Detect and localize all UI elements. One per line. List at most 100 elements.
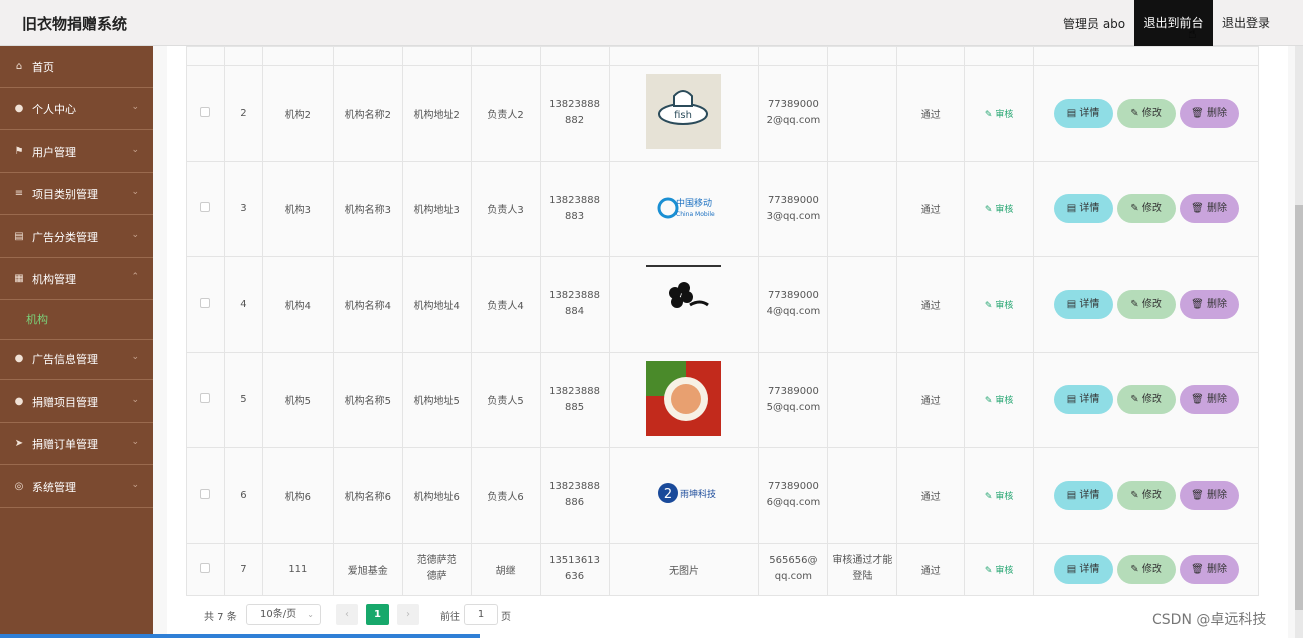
sidebar-item-5[interactable]: ▦ 机构管理 ⌃: [0, 258, 153, 300]
email-cell: 77389000 3@qq.com: [758, 160, 829, 257]
email-cell: 77389000 4@qq.com: [758, 256, 829, 353]
status-cell: 通过: [896, 351, 966, 448]
account-cell: 机构3: [261, 160, 334, 257]
detail-button[interactable]: ▤ 详情: [1053, 385, 1113, 415]
delete-button[interactable]: 🗑 删除: [1179, 289, 1239, 319]
trash-icon: 🗑: [1191, 298, 1207, 310]
goto-page-input[interactable]: 1: [464, 604, 498, 625]
sidebar-item-1[interactable]: ● 个人中心 ⌄: [0, 88, 153, 130]
actions-cell: ▤ 详情 ✎ 修改 🗑 删除: [1033, 160, 1259, 257]
hand-cursor-icon: ☝: [1188, 26, 1197, 42]
account-cell: 机构6: [261, 447, 334, 544]
note-cell: [827, 351, 898, 448]
account-cell: 111: [261, 542, 334, 596]
audit-link[interactable]: ✎ 审核: [985, 110, 1013, 120]
image-cell: 2 雨坤科技: [608, 447, 760, 544]
edit-pen-icon: ✎: [984, 565, 996, 576]
image-cell: [608, 351, 760, 448]
logout-button[interactable]: 退出登录: [1213, 0, 1279, 46]
image-cell: [608, 256, 760, 353]
china-mobile-logo: 中国移动 China Mobile: [646, 170, 721, 245]
audit-link[interactable]: ✎ 审核: [985, 492, 1013, 502]
bulb-icon: ●: [14, 353, 24, 364]
sidebar-item-4[interactable]: ▤ 广告分类管理 ⌄: [0, 216, 153, 258]
edit-button[interactable]: ✎ 修改: [1116, 194, 1176, 224]
audit-link[interactable]: ✎ 审核: [985, 566, 1013, 576]
settings-icon: ◎: [14, 481, 24, 492]
scrollbar-thumb[interactable]: [1295, 205, 1303, 610]
trash-icon: 🗑: [1191, 107, 1207, 119]
sidebar-item-6[interactable]: ● 广告信息管理 ⌄: [0, 338, 153, 380]
clover-logo: [646, 265, 722, 340]
audit-label: 审核: [995, 565, 1014, 576]
chevron-up-icon: ⌃: [131, 272, 139, 282]
edit-button[interactable]: ✎ 修改: [1116, 98, 1176, 128]
status-cell: 通过: [896, 447, 966, 544]
phone-cell: 13513613 636: [539, 542, 610, 596]
audit-link[interactable]: ✎ 审核: [985, 205, 1013, 215]
delete-button[interactable]: 🗑 删除: [1179, 194, 1239, 224]
sidebar-subitem-org[interactable]: 机构: [0, 300, 153, 340]
sidebar-item-8[interactable]: ➤ 捐赠订单管理 ⌄: [0, 423, 153, 465]
china-mobile-logo-text: 中国移动: [676, 197, 712, 209]
edit-button[interactable]: ✎ 修改: [1116, 480, 1176, 510]
detail-button[interactable]: ▤ 详情: [1053, 98, 1113, 128]
page-size-select[interactable]: 10条/页 ⌄: [246, 604, 321, 625]
sidebar-item-label: 捐赠项目管理: [32, 395, 98, 409]
edit-pen-icon: ✎: [1130, 394, 1142, 406]
row-checkbox[interactable]: [200, 106, 211, 117]
delete-button[interactable]: 🗑 删除: [1179, 554, 1239, 584]
trash-icon: 🗑: [1191, 489, 1207, 501]
row-checkbox[interactable]: [200, 562, 211, 573]
audit-label: 审核: [995, 396, 1014, 407]
trash-icon: 🗑: [1191, 394, 1207, 406]
email-cell: 77389000 2@qq.com: [758, 65, 829, 162]
edit-button[interactable]: ✎ 修改: [1116, 554, 1176, 584]
table-row: 5 机构5 机构名称5 机构地址5 负责人5 13823888 885 77389000 5@q…: [186, 351, 1259, 448]
audit-link[interactable]: ✎ 审核: [985, 301, 1013, 311]
delete-button[interactable]: 🗑 删除: [1179, 480, 1239, 510]
tech-logo-text: 雨坤科技: [680, 488, 716, 500]
audit-label: 审核: [995, 300, 1014, 311]
sidebar-item-label: 系统管理: [32, 480, 76, 494]
detail-button[interactable]: ▤ 详情: [1053, 554, 1113, 584]
next-page-button[interactable]: ›: [397, 604, 419, 625]
detail-button[interactable]: ▤ 详情: [1053, 480, 1113, 510]
edit-label: 修改: [1141, 563, 1162, 575]
address-cell: 机构地址6: [401, 447, 472, 544]
table-row-partial: [186, 46, 1259, 66]
sidebar-item-0[interactable]: ⌂ 首页: [0, 46, 153, 88]
edit-button[interactable]: ✎ 修改: [1116, 385, 1176, 415]
sidebar-item-label: 个人中心: [32, 102, 76, 116]
table-row: 7 111 爱旭基金 范德萨范 德萨 胡继 13513613 636 无图片 565656@ qq.…: [186, 542, 1259, 596]
delete-button[interactable]: 🗑 删除: [1179, 385, 1239, 415]
status-cell: 通过: [896, 542, 966, 596]
detail-button[interactable]: ▤ 详情: [1053, 289, 1113, 319]
sidebar-item-9[interactable]: ◎ 系统管理 ⌄: [0, 466, 153, 508]
detail-button[interactable]: ▤ 详情: [1053, 194, 1113, 224]
audit-label: 审核: [995, 491, 1014, 502]
prev-page-button[interactable]: ‹: [336, 604, 358, 625]
account-cell: 机构4: [261, 256, 334, 353]
edit-button[interactable]: ✎ 修改: [1116, 289, 1176, 319]
row-checkbox[interactable]: [200, 202, 211, 213]
audit-link[interactable]: ✎ 审核: [985, 396, 1013, 406]
document-icon: ▤: [1066, 107, 1080, 119]
row-checkbox[interactable]: [200, 393, 211, 404]
page-1-button[interactable]: 1: [366, 604, 389, 625]
document-icon: ▤: [1066, 563, 1080, 575]
row-checkbox[interactable]: [200, 297, 211, 308]
watermark: CSDN @卓远科技: [1152, 612, 1267, 628]
delete-button[interactable]: 🗑 删除: [1179, 98, 1239, 128]
edit-pen-icon: ✎: [1130, 203, 1142, 215]
mic-icon: ●: [14, 396, 24, 407]
email-cell: 565656@ qq.com: [758, 542, 829, 596]
manager-cell: 负责人5: [470, 351, 541, 448]
exit-to-front-button[interactable]: 退出到前台: [1134, 0, 1213, 46]
row-checkbox[interactable]: [200, 488, 211, 499]
email-cell: 77389000 5@qq.com: [758, 351, 829, 448]
sidebar-item-3[interactable]: ≡ 项目类别管理 ⌄: [0, 173, 153, 215]
sidebar-item-2[interactable]: ⚑ 用户管理 ⌄: [0, 131, 153, 173]
sidebar: ⌂ 首页 ● 个人中心 ⌄ ⚑ 用户管理 ⌄ ≡ 项目类别管理 ⌄ ▤ 广告分类管理 ⌄ ▦ 机构管理 ⌃ ● 广告…: [0, 46, 153, 638]
sidebar-item-7[interactable]: ● 捐赠项目管理 ⌄: [0, 381, 153, 423]
